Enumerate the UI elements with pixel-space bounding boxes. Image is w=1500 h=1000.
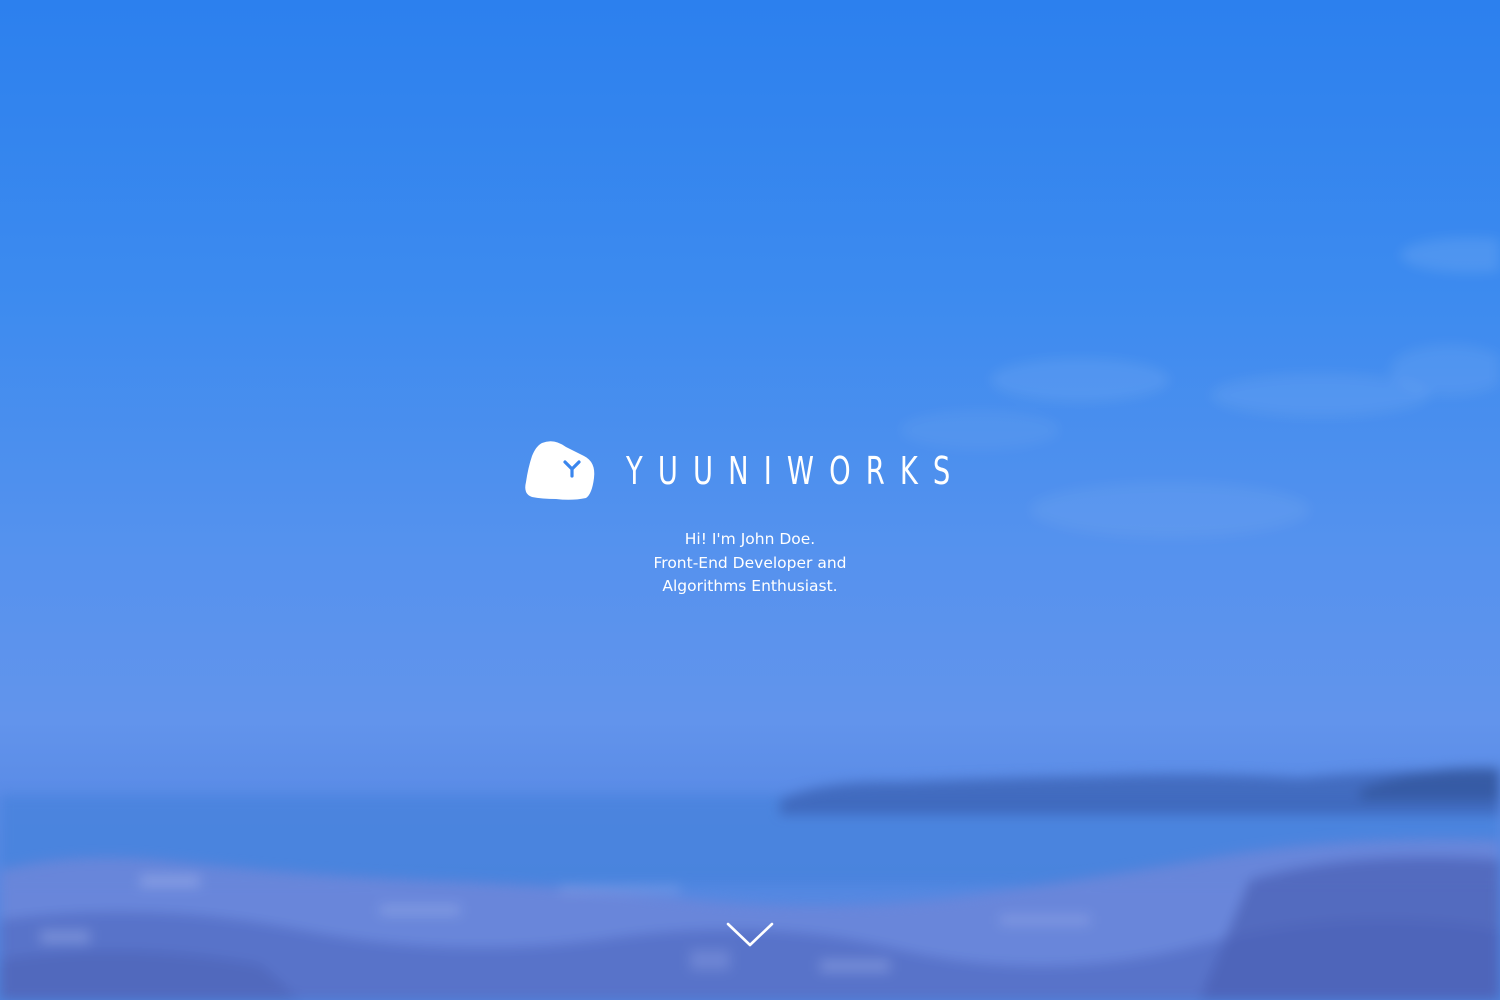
rock-logo-icon	[525, 441, 595, 500]
hero-section: YUUNIWORKS Hi! I'm John Doe. Front-End D…	[0, 0, 1500, 1000]
tagline-line: Algorithms Enthusiast.	[662, 577, 838, 595]
tagline-line: Front-End Developer and	[653, 553, 847, 572]
tagline-line: Hi! I'm John Doe.	[684, 530, 816, 548]
brand-name: YUUNIWORKS	[626, 449, 966, 493]
intro-tagline: Hi! I'm John Doe. Front-End Developer an…	[550, 528, 950, 599]
scroll-down-button[interactable]	[722, 914, 778, 954]
chevron-down-icon	[726, 922, 774, 947]
brand-logo[interactable]: YUUNIWORKS	[520, 436, 980, 506]
